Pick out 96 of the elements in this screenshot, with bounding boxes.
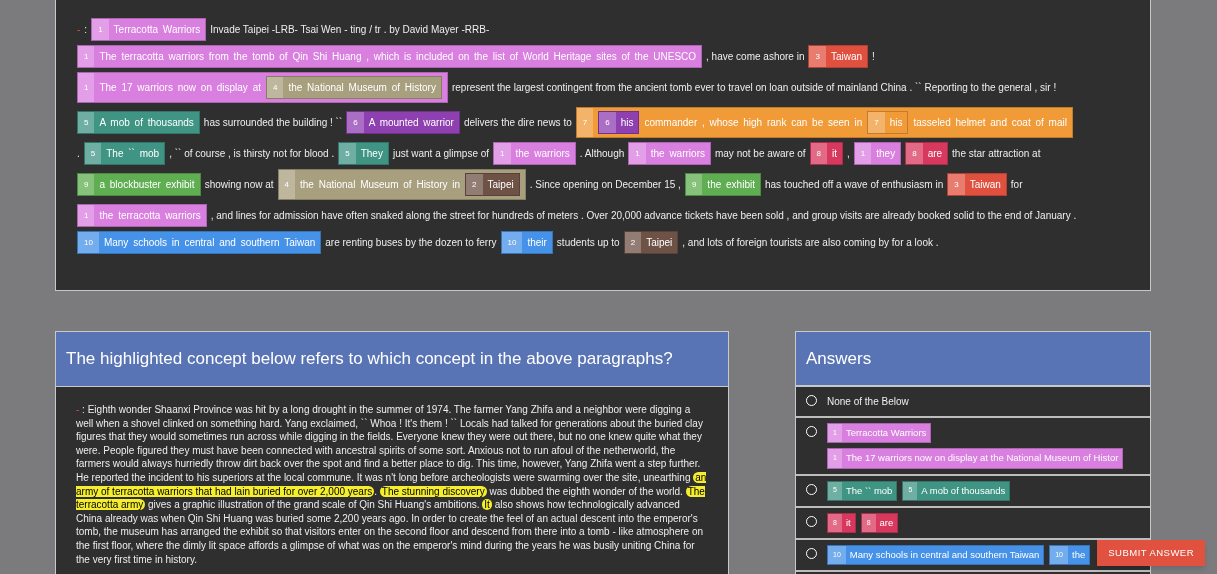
mention-text: Many schools in central and southern Taiwan xyxy=(103,236,316,250)
passage-text: - : Eighth wonder Shaanxi Province was hit by a long drought in the summer of 1974. The farmer Yang Zhifa and a neighbor were digging a well when a shovel clinked on something hard. Yang exclaimed, `` Whoa ! It's them ! `` Locals had talked for generations about the buried clay figures that they would sometimes run across while digging in the fields. Everyone knew they were out there, but no one knew quite what they were. People figured they must have been connected with ancestral spirits of some sort. Anxious not to run afoul of the netherworld, the farmers would always hurriedly throw dirt back over the spot and find a better place to dig. This time, however, Yang Zhifa went a step further. He reported the incident to his superiors at the local commune. It was n't long before archeologists were swarming over the site, unearthing an army of terracotta warriors that had lain buried for over 2,000 years . The stunning discovery was dubbed the eighth wonder of the world. The terracotta army gives a graphic illustration of the grand scale of Qin Shi Huang's ambitions. It also shows how technologically advanced China already was when Qin Shi Huang was buried some 2,200 years ago. In order to create the feel of an actual descent into the emperor's tomb, the museum has arranged the exhibit so that visitors enter on the second floor and descend from there into a tomb - like atmosphere on the first floor, where the dimly lit space affords a glimpse of what was on the emperor's mind during the years he was busily uniting China for the very first time in history. xyxy=(75,403,708,567)
option-label[interactable]: None of the Below xyxy=(827,392,909,411)
sentence-text: . Since opening on December 15 , xyxy=(529,178,681,192)
cluster-number: 2 xyxy=(466,174,483,195)
cluster-number: 6 xyxy=(599,112,616,133)
cluster-number: 5 xyxy=(339,143,356,164)
sentence-text: , `` of course , is thirsty not for blood . xyxy=(169,147,335,161)
sentence-text: , have come ashore in xyxy=(706,50,805,64)
mention-text: A mob of thousands xyxy=(920,483,1007,498)
sentence-text: represent the largest contingent from the ancient tomb ever to travel on loan outside of mainland China . `` Reporting to the general , sir ! xyxy=(451,81,1057,95)
cluster-number: 1 xyxy=(629,143,646,164)
sentence-text: Invade Taipei -LRB- Tsai Wen - ting / tr . by David Mayer -RRB- xyxy=(210,23,490,37)
sentence-text: . Although xyxy=(579,147,625,161)
mention-text: their xyxy=(527,236,547,250)
cluster-number: 1 xyxy=(78,73,95,102)
sentence-text: , and lots of foreign tourists are also coming by for a look . xyxy=(682,236,939,250)
cluster-number: 7 xyxy=(576,108,594,137)
sentence-text: delivers the dire news to xyxy=(463,116,572,130)
sentence-text: has surrounded the building ! `` xyxy=(203,116,343,130)
sentence-text: . xyxy=(77,147,80,161)
cluster-number: 1 xyxy=(78,205,95,226)
mention-text: his xyxy=(889,116,903,130)
sentence-text: ! xyxy=(872,50,875,64)
sentence-text: just want a glimpse of xyxy=(392,147,490,161)
mention-text: the warriors xyxy=(515,147,570,161)
cluster-number: 4 xyxy=(278,170,295,199)
highlighted-phrase: It xyxy=(482,499,492,511)
mention-text: the exhibit xyxy=(707,178,755,192)
sentence-text: are renting buses by the dozen to ferry xyxy=(325,236,497,250)
sentence-text: : xyxy=(84,23,88,37)
sentence-text: may not be aware of xyxy=(714,147,806,161)
mention-text: tasseled helmet and coat of mail xyxy=(913,116,1067,130)
radio-button[interactable] xyxy=(806,548,817,559)
radio-button[interactable] xyxy=(806,426,817,437)
radio-button[interactable] xyxy=(806,395,817,406)
cluster-number: 1 xyxy=(92,19,109,40)
cluster-number: 6 xyxy=(347,112,364,133)
mention-text: The `` mob xyxy=(106,147,160,161)
cluster-number: 2 xyxy=(624,232,642,253)
mention-text: the National Museum of History xyxy=(288,81,436,95)
cluster-number: 9 xyxy=(685,174,703,195)
mention-text: the National Museum of History in xyxy=(300,178,461,192)
cluster-number: 4 xyxy=(267,77,284,98)
mention-text: his xyxy=(620,116,634,130)
sentence-text: for xyxy=(1010,178,1023,192)
sentence-text: the star attraction at xyxy=(952,147,1041,161)
cluster-number: 10 xyxy=(501,232,523,253)
cluster-number: 10 xyxy=(78,232,99,253)
cluster-number: 9 xyxy=(78,174,95,195)
mention-text: Taiwan xyxy=(830,50,863,64)
mention-text: the terracotta warriors xyxy=(99,209,201,223)
mention-text: are xyxy=(927,147,943,161)
sentence-text: has touched off a wave of enthusiasm in xyxy=(764,178,944,192)
highlighted-phrase: The stunning discovery xyxy=(379,485,487,497)
mention-text: it xyxy=(844,515,852,530)
cluster-number: 7 xyxy=(868,112,885,133)
mention-text: a blockbuster exhibit xyxy=(99,178,195,192)
radio-button[interactable] xyxy=(806,515,817,527)
mention-text: The 17 warriors now on display at the National Museum of Histor xyxy=(844,451,1120,466)
mention-text: A mounted warrior xyxy=(368,116,454,130)
cluster-number: 8 xyxy=(810,143,828,164)
cluster-number: 1 xyxy=(78,46,95,67)
cluster-number: 5 xyxy=(84,143,102,164)
answers-title: Answers xyxy=(796,332,1150,387)
mention-text: A mob of thousands xyxy=(99,116,194,130)
mention-text: The `` mob xyxy=(844,483,894,498)
mention-text: commander , whose high rank can be seen in xyxy=(644,116,863,130)
cluster-number: 1 xyxy=(494,143,511,164)
radio-button[interactable] xyxy=(806,483,817,495)
cluster-number: 8 xyxy=(906,143,923,164)
cluster-number: 5 xyxy=(78,112,95,133)
mention-text: the warriors xyxy=(650,147,705,161)
cluster-number: 3 xyxy=(948,174,965,195)
mention-text: are xyxy=(878,515,895,530)
mention-text: it xyxy=(832,147,838,161)
mention-text: The terracotta warriors from the tomb of Qin Shi Huang , which is included on the list of World Heritage sites of the UNESCO xyxy=(99,50,697,64)
sentence-text: , and lines for admission have often snaked along the street for hundreds of meters . Over 20,000 advance tickets have been sold , and group visits are already booked solid to the end of January . xyxy=(210,209,1077,223)
sentence-text: showing now at xyxy=(204,178,274,192)
mention-text: the xyxy=(1071,548,1087,562)
mention-text: They xyxy=(360,147,383,161)
mention-text: they xyxy=(876,147,896,161)
mention-text: Many schools in central and southern Taiwan xyxy=(848,548,1041,562)
mention-text: The 17 warriors now on display at xyxy=(99,81,261,95)
mention-text: Taipei xyxy=(487,178,514,192)
question-title: The highlighted concept below refers to which concept in the above paragraphs? xyxy=(56,332,728,387)
submit-button[interactable]: SUBMIT ANSWER xyxy=(1097,539,1205,566)
dash-marker: - xyxy=(77,23,81,37)
mention-text: Terracotta Warriors xyxy=(844,426,928,440)
mention-text: Taiwan xyxy=(969,178,1001,192)
mention-text: Terracotta Warriors xyxy=(113,23,201,37)
cluster-number: 3 xyxy=(809,46,826,67)
sentence-text: students up to xyxy=(556,236,620,250)
cluster-number: 1 xyxy=(854,143,872,164)
mention-text: Taipei xyxy=(646,236,673,250)
sentence-text: , xyxy=(847,147,850,161)
